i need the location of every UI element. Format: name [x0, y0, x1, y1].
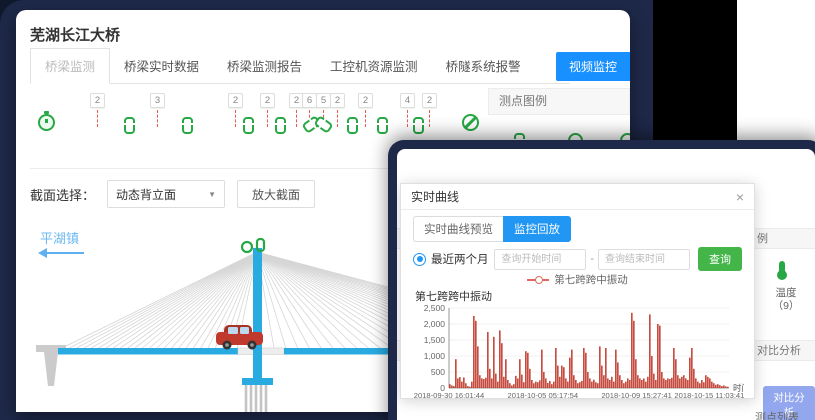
legend-panel-header: 测点图例: [488, 88, 630, 115]
compare-section-text: 对比分析: [757, 345, 801, 357]
sensor-count-badge: 2: [422, 93, 437, 108]
svg-text:2018-10-09 15:27:41: 2018-10-09 15:27:41: [601, 391, 672, 399]
sensor-count-badge: 2: [358, 93, 373, 108]
alarm-dash-line: [365, 110, 366, 127]
dialog-tab-监控回放[interactable]: 监控回放: [503, 216, 571, 242]
dialog-tab-实时曲线预览[interactable]: 实时曲线预览: [413, 216, 503, 242]
tab-桥梁实时数据[interactable]: 桥梁实时数据: [110, 49, 213, 83]
sensor-link-icon: [413, 117, 424, 134]
backdrop-white-region: [737, 0, 815, 143]
sensor-count-badge: 5: [316, 93, 331, 108]
sensor-count-badge: 2: [260, 93, 275, 108]
tower-top-ring-icon: [242, 242, 252, 252]
sensor-count-badge: 3: [150, 93, 165, 108]
alarm-dash-line: [337, 110, 338, 127]
video-monitor-button[interactable]: 视频监控: [556, 52, 630, 81]
sensor-link-icon: [275, 117, 286, 134]
main-tabbar: 桥梁监测桥梁实时数据桥梁监测报告工控机资源监测桥隧系统报警: [30, 54, 570, 84]
alarm-dash-line: [296, 110, 297, 127]
no-entry-icon: [462, 114, 479, 131]
query-row: 最近两个月 - 查询: [413, 248, 742, 270]
temperature-count: （9）: [761, 298, 811, 313]
tab-桥梁监测报告[interactable]: 桥梁监测报告: [213, 49, 316, 83]
legend-ring-icon: [620, 133, 630, 140]
sensor-count-badge: 2: [330, 93, 345, 108]
tab-桥隧系统报警[interactable]: 桥隧系统报警: [432, 49, 535, 83]
measure-point-legend-panel: 测点图例: [488, 88, 630, 140]
dialog-body: 实时曲线预览监控回放 最近两个月 - 查询 第七跨跨中振动 第七跨: [401, 210, 754, 399]
tab-工控机资源监测[interactable]: 工控机资源监测: [316, 49, 432, 83]
sensor-count-badge: 4: [400, 93, 415, 108]
dialog-header: 实时曲线 ×: [401, 184, 754, 210]
alarm-dash-line: [157, 110, 158, 127]
page-title: 芜湖长江大桥: [30, 24, 120, 45]
svg-text:1,000: 1,000: [424, 351, 446, 361]
tower-footing: [242, 378, 273, 385]
sensor-link-icon: [377, 117, 388, 134]
thermometer-icon: [779, 261, 785, 274]
sensor-count-badge: 2: [90, 93, 105, 108]
alarm-dash-line: [267, 110, 268, 127]
chevron-down-icon: ▼: [208, 190, 216, 199]
alarm-dash-line: [235, 110, 236, 127]
legend-link-icon: [514, 133, 525, 140]
dialog-tabbar: 实时曲线预览监控回放: [413, 216, 742, 242]
chart-title: 第七跨跨中振动: [415, 288, 742, 304]
svg-text:2018-10-05 05:17:54: 2018-10-05 05:17:54: [508, 391, 579, 399]
realtime-curve-dialog: 实时曲线 × 实时曲线预览监控回放 最近两个月 - 查询: [400, 183, 755, 399]
sensor-link-icon: [347, 117, 358, 134]
bridge-deck-left: [58, 348, 238, 355]
modal-page: 例 温度 （9） 对比分析 对比分析 测点列表 实时曲线 × 实时曲线预览监控回…: [397, 149, 815, 420]
range-radio[interactable]: [413, 253, 426, 266]
legend-panel-body: [488, 115, 630, 140]
sensor-link-icon: [182, 117, 193, 134]
section-select-label: 截面选择：: [30, 185, 95, 204]
section-controls: 截面选择： 动态背立面 ▼ 放大截面: [30, 180, 315, 208]
svg-text:2,000: 2,000: [424, 319, 446, 329]
svg-text:1,500: 1,500: [424, 335, 446, 345]
range-separator: -: [590, 253, 594, 265]
dialog-title: 实时曲线: [411, 188, 459, 205]
section-select-dropdown[interactable]: 动态背立面 ▼: [107, 180, 225, 208]
svg-text:2018-09-30 16:01:44: 2018-09-30 16:01:44: [414, 391, 485, 399]
legend-label: 第七跨跨中振动: [554, 272, 628, 287]
sensor-link-crossed-icon: [313, 115, 333, 134]
alarm-dash-line: [407, 110, 408, 127]
start-time-input[interactable]: [494, 249, 586, 270]
svg-text:2,500: 2,500: [424, 304, 446, 313]
tower-piles: [246, 385, 266, 412]
legend-marker-icon: [527, 279, 549, 281]
query-button[interactable]: 查询: [698, 247, 742, 271]
legend-ring-icon: [568, 133, 583, 140]
chart-legend: 第七跨跨中振动: [413, 273, 742, 286]
clock-icon: [38, 114, 55, 131]
backdrop-black-region: [653, 0, 737, 143]
sensor-link-icon: [243, 117, 254, 134]
screenshot-stage: 芜湖长江大桥 桥梁监测桥梁实时数据桥梁监测报告工控机资源监测桥隧系统报警 视频监…: [0, 0, 815, 420]
bridge-tower: [253, 248, 262, 380]
alarm-dash-line: [429, 110, 430, 127]
right-panel-header-text: 例: [757, 233, 768, 245]
svg-text:时间: 时间: [733, 383, 744, 393]
sensor-link-icon: [124, 117, 135, 134]
svg-text:500: 500: [431, 367, 445, 377]
range-radio-label: 最近两个月: [431, 251, 489, 267]
close-icon[interactable]: ×: [736, 190, 744, 204]
end-time-input[interactable]: [598, 249, 690, 270]
vibration-chart: 05001,0001,5002,0002,5002018-09-30 16:01…: [413, 304, 744, 399]
section-select-value: 动态背立面: [116, 186, 176, 203]
sensor-count-badge: 6: [302, 93, 317, 108]
tab-桥梁监测[interactable]: 桥梁监测: [30, 48, 110, 84]
alarm-dash-line: [97, 110, 98, 127]
left-pier-stem: [44, 352, 58, 386]
point-list-label: 测点列表: [755, 409, 799, 420]
zoom-section-button[interactable]: 放大截面: [237, 180, 315, 208]
sensor-count-badge: 2: [228, 93, 243, 108]
playback-modal-window: 例 温度 （9） 对比分析 对比分析 测点列表 实时曲线 × 实时曲线预览监控回…: [388, 140, 815, 420]
